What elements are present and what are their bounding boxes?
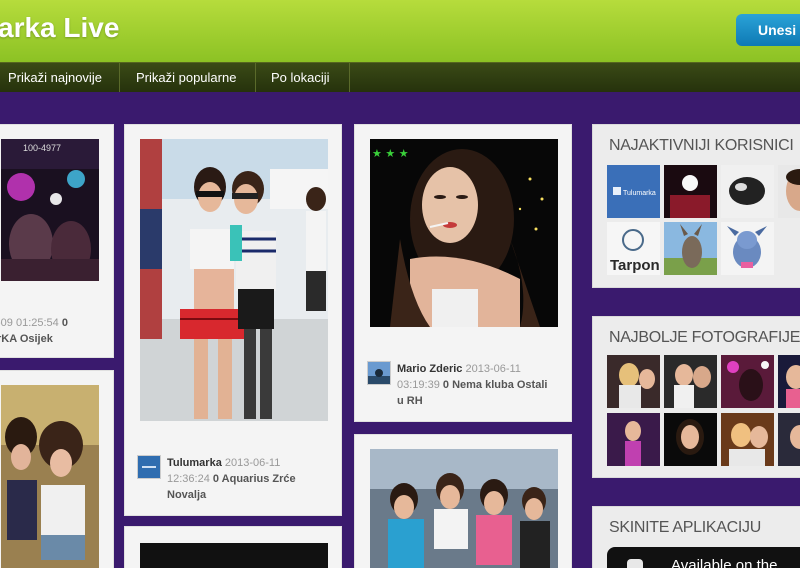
best-photo-thumb[interactable] — [607, 413, 660, 466]
best-photo-thumb[interactable] — [778, 413, 800, 466]
apps-box: SKINITE APLIKACIJU Available on the — [592, 506, 800, 568]
user-thumb[interactable]: Tarpon — [607, 222, 660, 275]
post-photo[interactable] — [140, 543, 328, 568]
nav-latest[interactable]: Prikaži najnovije — [8, 63, 102, 92]
post-date: -09 01:25:54 — [0, 317, 59, 329]
nav-by-location[interactable]: Po lokaciji — [271, 63, 330, 92]
photo-card[interactable]: ★ ★ ★ Mario Zderic 2013-06-11 03:19:39 0… — [354, 124, 572, 422]
nav-popular[interactable]: Prikaži popularne — [136, 63, 236, 92]
post-time: 12:36:24 — [167, 473, 210, 485]
post-location[interactable]: Nema kluba Ostali — [452, 379, 547, 391]
nav-divider — [119, 63, 120, 92]
post-location-line2[interactable]: u RH — [397, 395, 423, 407]
post-photo[interactable] — [370, 449, 558, 568]
post-username[interactable]: Mario Zderic — [397, 363, 462, 375]
photo-card[interactable] — [124, 526, 342, 568]
best-photos-title: NAJBOLJE FOTOGRAFIJE — [609, 329, 800, 346]
photo-card[interactable]: Tulumarka 2013-06-11 12:36:24 0 Aquarius… — [124, 124, 342, 516]
app-store-badge[interactable]: Available on the — [607, 547, 800, 568]
post-photo[interactable]: ★ ★ ★ — [370, 139, 558, 327]
best-photo-thumb[interactable] — [664, 355, 717, 408]
upload-button[interactable]: Unesi — [736, 14, 800, 46]
user-thumb[interactable] — [664, 222, 717, 275]
photo-card[interactable] — [0, 370, 114, 568]
best-photo-thumb[interactable] — [778, 355, 800, 408]
post-location[interactable]: Aquarius Zrće — [222, 473, 296, 485]
svg-text:100-4977: 100-4977 — [23, 143, 61, 153]
user-thumb[interactable] — [664, 165, 717, 218]
post-meta: Tulumarka 2013-06-11 12:36:24 0 Aquarius… — [167, 455, 337, 503]
post-date: 2013-06-11 — [224, 457, 281, 469]
photo-card[interactable]: 100-4977 -09 01:25:54 0 rKA Osijek — [0, 124, 114, 358]
post-username[interactable]: Tulumarka — [167, 457, 222, 469]
svg-text:★ ★ ★: ★ ★ ★ — [372, 147, 409, 160]
active-users-box: NAJAKTIVNIJI KORISNICI Tulumarka Tarpon — [592, 124, 800, 288]
best-photo-thumb[interactable] — [721, 413, 774, 466]
apple-icon — [627, 559, 643, 568]
user-thumb[interactable] — [721, 165, 774, 218]
best-photo-thumb[interactable] — [607, 355, 660, 408]
post-meta: -09 01:25:54 0 rKA Osijek — [0, 315, 107, 347]
post-photo[interactable] — [1, 385, 99, 568]
main-nav: Prikaži najnovije Prikaži popularne Po l… — [0, 62, 800, 92]
user-avatar[interactable] — [137, 455, 161, 479]
post-photo[interactable]: 100-4977 — [1, 139, 99, 281]
active-users-title: NAJAKTIVNIJI KORISNICI — [609, 137, 794, 154]
user-thumb[interactable]: Tulumarka — [607, 165, 660, 218]
site-logo[interactable]: arka Live — [0, 12, 119, 44]
user-thumb-label: Tulumarka — [623, 190, 656, 197]
nav-divider — [255, 63, 256, 92]
post-location[interactable]: rKA Osijek — [0, 333, 53, 345]
post-count: 0 — [442, 379, 450, 391]
post-count: 0 — [61, 317, 68, 329]
user-thumb[interactable] — [721, 222, 774, 275]
user-thumb[interactable] — [778, 165, 800, 218]
apps-title: SKINITE APLIKACIJU — [609, 519, 761, 536]
post-date: 2013-06-11 — [465, 363, 521, 375]
photo-card[interactable] — [354, 434, 572, 568]
app-store-badge-text: Available on the — [671, 557, 778, 568]
post-photo[interactable] — [140, 139, 328, 421]
nav-divider — [349, 63, 350, 92]
user-thumb-label: Tarpon — [610, 257, 660, 274]
post-count: 0 — [212, 473, 220, 485]
best-photo-thumb[interactable] — [664, 413, 717, 466]
post-time: 03:19:39 — [397, 379, 440, 391]
best-photo-thumb[interactable] — [721, 355, 774, 408]
best-photos-box: NAJBOLJE FOTOGRAFIJE — [592, 316, 800, 478]
header-bar: arka Live Unesi — [0, 0, 800, 62]
post-meta: Mario Zderic 2013-06-11 03:19:39 0 Nema … — [397, 361, 567, 409]
user-avatar[interactable] — [367, 361, 391, 385]
post-location-line2[interactable]: Novalja — [167, 489, 206, 501]
